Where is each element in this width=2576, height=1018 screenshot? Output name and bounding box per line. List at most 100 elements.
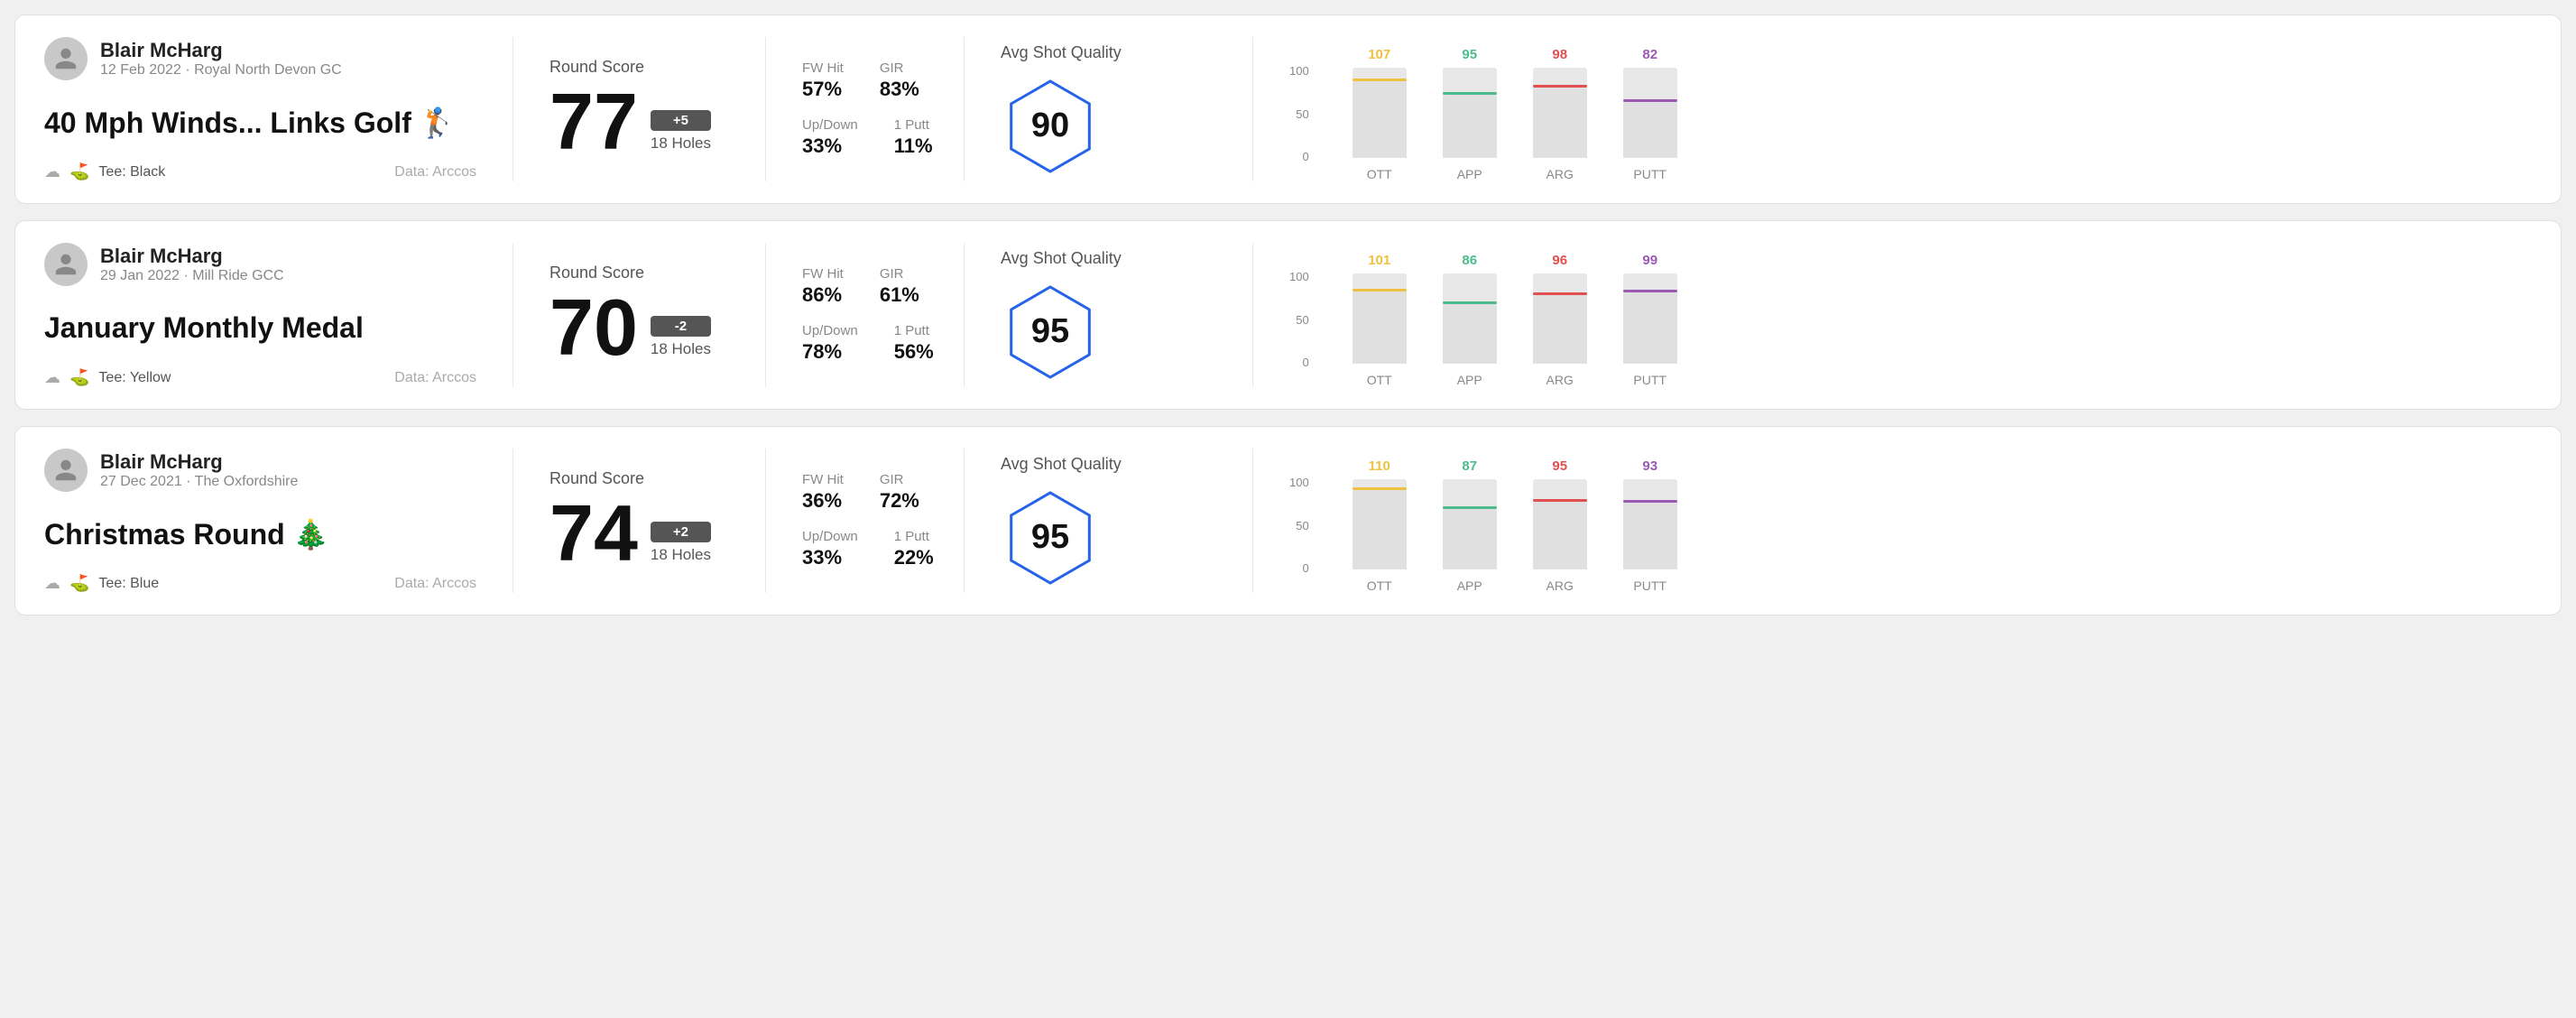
stat-label-fw-hit: FW Hit	[802, 266, 844, 282]
stat-up-down: Up/Down78%	[802, 323, 858, 364]
data-source: Data: Arccos	[394, 576, 476, 592]
y-axis: 100500	[1289, 64, 1316, 181]
bar-container	[1443, 479, 1497, 569]
bar-group-arg: 95 ARG	[1533, 458, 1587, 593]
y-axis-label: 0	[1302, 150, 1308, 163]
stat-value-up-down: 33%	[802, 134, 858, 158]
round-title: 40 Mph Winds... Links Golf 🏌️	[44, 106, 476, 140]
stat-value-fw-hit: 86%	[802, 283, 844, 307]
score-section: Round Score 77 +5 18 Holes	[513, 37, 766, 181]
stat-one-putt: 1 Putt11%	[894, 117, 933, 158]
tee-label: Tee: Black	[98, 164, 165, 180]
user-row: Blair McHarg12 Feb 2022 · Royal North De…	[44, 37, 476, 80]
round-card-round2: Blair McHarg29 Jan 2022 · Mill Ride GCCJ…	[14, 220, 2562, 410]
stat-one-putt: 1 Putt 56%	[894, 323, 934, 364]
stats-row-2: Up/Down33%1 Putt11%	[802, 117, 928, 158]
score-diff-badge: +5	[651, 110, 711, 131]
user-meta: 29 Jan 2022 · Mill Ride GCC	[100, 268, 284, 284]
holes-label: 18 Holes	[651, 340, 711, 358]
bar-value: 95	[1552, 458, 1567, 474]
stat-value-one-putt: 56%	[894, 340, 934, 364]
stat-fw-hit: FW Hit86%	[802, 266, 844, 307]
stat-label-fw-hit: FW Hit	[802, 472, 844, 487]
stat-gir: GIR83%	[880, 60, 919, 101]
stats-section: FW Hit86%GIR61%Up/Down78%1 Putt56%	[766, 243, 965, 387]
score-section-label: Round Score	[549, 58, 729, 77]
bar-group-putt: 99PUTT	[1623, 253, 1677, 387]
bar-label: ARG	[1547, 578, 1574, 593]
score-section: Round Score70-218 Holes	[513, 243, 766, 387]
stat-label-fw-hit: FW Hit	[802, 60, 844, 76]
bar-group-arg: 98ARG	[1533, 47, 1587, 181]
score-row: 70-218 Holes	[549, 288, 729, 367]
hex-score: 90	[1031, 106, 1069, 145]
score-number: 77	[549, 82, 638, 162]
holes-label: 18 Holes	[651, 134, 711, 153]
cloud-icon: ☁	[44, 162, 60, 181]
stat-label-up-down: Up/Down	[802, 117, 858, 133]
bar-label: APP	[1457, 578, 1482, 593]
round-card-round3: Blair McHarg27 Dec 2021 · The Oxfordshir…	[14, 426, 2562, 615]
bar-container	[1533, 273, 1587, 364]
bar-group-app: 86APP	[1443, 253, 1497, 387]
bar-label: APP	[1457, 167, 1482, 181]
user-info: Blair McHarg12 Feb 2022 · Royal North De…	[100, 39, 342, 79]
stat-label-up-down: Up/Down	[802, 323, 858, 338]
score-badge-col: +218 Holes	[651, 522, 711, 573]
y-axis-label: 0	[1302, 356, 1308, 369]
bar-label: OTT	[1367, 578, 1392, 593]
score-row: 74+218 Holes	[549, 494, 729, 573]
bar-group-app: 95APP	[1443, 47, 1497, 181]
bar-label: PUTT	[1633, 167, 1667, 181]
score-badge-col: -2 18 Holes	[651, 316, 711, 367]
chart-section: 100500110OTT87APP95ARG93PUTT	[1253, 449, 2532, 593]
tee-info: ☁⛳Tee: Black	[44, 162, 165, 181]
stat-label-gir: GIR	[880, 60, 919, 76]
score-row: 77 +5 18 Holes	[549, 82, 729, 162]
bar-container	[1623, 273, 1677, 364]
bar-label: APP	[1457, 373, 1482, 387]
stat-label-one-putt: 1 Putt	[894, 529, 934, 544]
bar-value: 110	[1369, 458, 1390, 474]
bar-container	[1353, 479, 1407, 569]
stat-gir: GIR61%	[880, 266, 919, 307]
user-name: Blair McHarg	[100, 39, 342, 62]
bar-label: OTT	[1367, 167, 1392, 181]
user-meta: 12 Feb 2022 · Royal North Devon GC	[100, 62, 342, 79]
bar-value: 107	[1368, 47, 1390, 62]
y-axis: 100500	[1289, 476, 1316, 593]
hexagon-wrap: 95	[1001, 282, 1100, 382]
stat-up-down: Up/Down33%	[802, 117, 858, 158]
stat-value-fw-hit: 57%	[802, 78, 844, 101]
bar-group-ott: 110 OTT	[1353, 458, 1407, 593]
stats-section: FW Hit57%GIR83%Up/Down33%1 Putt11%	[766, 37, 965, 181]
hexagon-wrap: 90	[1001, 77, 1100, 176]
y-axis-label: 100	[1289, 64, 1309, 78]
user-meta: 27 Dec 2021 · The Oxfordshire	[100, 474, 298, 490]
quality-label: Avg Shot Quality	[1001, 43, 1122, 62]
bar-chart: 100500107OTT95APP98ARG82PUTT	[1289, 37, 2514, 181]
hexagon: 95	[1001, 282, 1100, 382]
stats-row-2: Up/Down78%1 Putt56%	[802, 323, 928, 364]
quality-label: Avg Shot Quality	[1001, 455, 1122, 474]
bar-group-arg: 96 ARG	[1533, 253, 1587, 387]
y-axis-label: 100	[1289, 476, 1309, 489]
stat-value-fw-hit: 36%	[802, 489, 844, 513]
tee-info: ☁⛳Tee: Blue	[44, 574, 159, 593]
bottom-row: ☁⛳Tee: Black Data: Arccos	[44, 162, 476, 181]
stat-fw-hit: FW Hit 57%	[802, 60, 844, 101]
user-info: Blair McHarg29 Jan 2022 · Mill Ride GCC	[100, 245, 284, 284]
bar-label: PUTT	[1633, 578, 1667, 593]
left-section: Blair McHarg12 Feb 2022 · Royal North De…	[44, 37, 513, 181]
stat-label-one-putt: 1 Putt	[894, 323, 934, 338]
hexagon-wrap: 95	[1001, 488, 1100, 588]
score-diff-badge: -2	[651, 316, 711, 337]
stat-one-putt: 1 Putt22%	[894, 529, 934, 569]
bar-label: ARG	[1547, 373, 1574, 387]
bar-value: 96	[1552, 253, 1567, 268]
bag-icon: ⛳	[69, 368, 89, 387]
tee-label: Tee: Blue	[98, 576, 159, 592]
data-source: Data: Arccos	[394, 164, 476, 180]
stat-fw-hit: FW Hit 36%	[802, 472, 844, 513]
score-section-label: Round Score	[549, 469, 729, 488]
